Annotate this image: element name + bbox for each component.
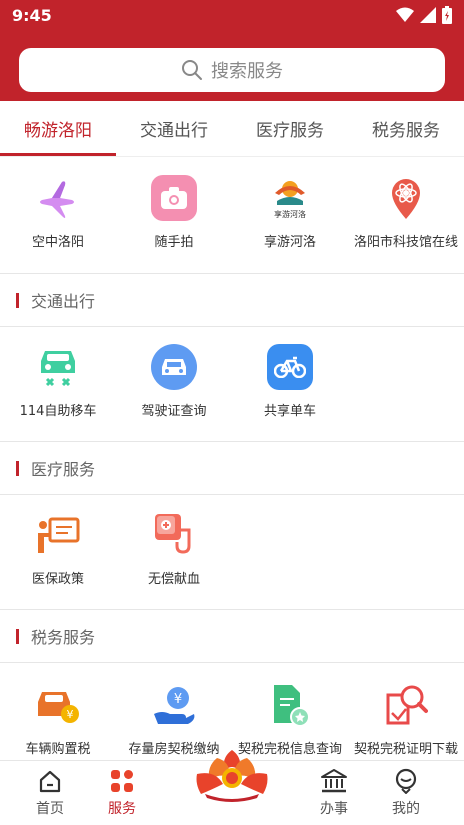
traffic-grid: 114自助移车 驾驶证查询 共享单车 [0, 344, 464, 419]
service-bike-share[interactable]: 共享单车 [232, 344, 348, 419]
service-label: 空中洛阳 [31, 235, 84, 250]
heluo-logo-text: 享游河洛 [274, 209, 306, 219]
hand-yen-icon: ¥ [151, 682, 197, 728]
section-title-text: 交通出行 [31, 292, 96, 311]
heluo-logo-icon: 享游河洛 [267, 175, 313, 221]
license-car-icon [151, 344, 197, 390]
service-label: 医保政策 [31, 572, 84, 587]
divider [0, 326, 464, 327]
presentation-icon [35, 512, 81, 558]
nav-home[interactable]: 首页 [14, 761, 86, 825]
service-aerial-luoyang[interactable]: 空中洛阳 [0, 175, 116, 250]
service-insurance-policy[interactable]: 医保政策 [0, 512, 116, 587]
section-title-medical: 医疗服务 [0, 442, 464, 494]
category-tabs: 畅游洛阳 交通出行 医疗服务 税务服务 [0, 101, 464, 157]
camera-icon [151, 175, 197, 221]
service-license-query[interactable]: 驾驶证查询 [116, 344, 232, 419]
tab-tax[interactable]: 税务服务 [348, 101, 464, 156]
search-bar[interactable]: 搜索服务 [19, 48, 445, 92]
service-vehicle-purchase-tax[interactable]: ¥ 车辆购置税 [0, 682, 116, 757]
document-star-icon [267, 682, 313, 728]
nav-label: 首页 [36, 801, 64, 817]
svg-text:¥: ¥ [67, 708, 74, 721]
status-time: 9:45 [12, 6, 52, 25]
service-label: 无偿献血 [147, 572, 200, 587]
section-accent-bar [16, 292, 19, 308]
home-icon [39, 770, 61, 793]
status-icons [396, 6, 452, 24]
battery-icon [442, 6, 452, 24]
section-title-traffic: 交通出行 [0, 274, 464, 326]
service-label: 随手拍 [154, 235, 194, 250]
service-label: 114自助移车 [19, 404, 97, 419]
service-car-move[interactable]: 114自助移车 [0, 344, 116, 419]
grid-icon [111, 770, 133, 792]
airplane-icon [35, 175, 81, 221]
service-snapshot[interactable]: 随手拍 [116, 175, 232, 250]
search-placeholder: 搜索服务 [211, 61, 283, 82]
government-building-icon [321, 769, 347, 793]
car-yen-icon: ¥ [35, 682, 81, 728]
divider [0, 662, 464, 663]
nav-label: 服务 [108, 801, 136, 817]
signal-icon [420, 7, 436, 23]
tab-traffic[interactable]: 交通出行 [116, 101, 232, 156]
status-bar: 9:45 [0, 0, 464, 34]
tour-grid: 空中洛阳 随手拍 享游河洛 享游河洛 洛阳市科技馆在线 [0, 175, 464, 250]
car-move-icon [35, 344, 81, 390]
peony-logo-icon [196, 750, 268, 802]
medical-grid: 医保政策 无偿献血 [0, 512, 464, 587]
wifi-icon [396, 7, 414, 22]
bicycle-icon [267, 344, 313, 390]
nav-profile[interactable]: 我的 [370, 761, 442, 825]
app-header: 9:45 搜索服务 [0, 0, 464, 101]
service-label: 契税完税证明下载 [353, 742, 458, 757]
service-label: 驾驶证查询 [141, 404, 207, 419]
nav-services[interactable]: 服务 [86, 761, 158, 825]
section-title-text: 税务服务 [31, 628, 96, 647]
service-blood-donation[interactable]: 无偿献血 [116, 512, 232, 587]
section-title-text: 医疗服务 [31, 460, 96, 479]
center-emblem-button[interactable] [182, 744, 282, 816]
tab-medical[interactable]: 医疗服务 [232, 101, 348, 156]
tab-tour[interactable]: 畅游洛阳 [0, 101, 116, 156]
section-title-tax: 税务服务 [0, 610, 464, 662]
section-accent-bar [16, 628, 19, 644]
service-label: 洛阳市科技馆在线 [353, 235, 458, 250]
nav-label: 办事 [320, 801, 348, 817]
blood-donation-icon [151, 512, 197, 558]
divider [0, 494, 464, 495]
service-deed-tax-certificate-download[interactable]: 契税完税证明下载 [348, 682, 464, 757]
profile-icon [395, 768, 417, 794]
nav-label: 我的 [392, 801, 420, 817]
section-accent-bar [16, 460, 19, 476]
search-icon [182, 60, 202, 80]
service-label: 车辆购置税 [25, 742, 91, 757]
nav-affairs[interactable]: 办事 [298, 761, 370, 825]
service-heluo[interactable]: 享游河洛 享游河洛 [232, 175, 348, 250]
service-label: 共享单车 [263, 404, 316, 419]
science-museum-pin-icon [383, 175, 429, 221]
search-document-icon [383, 682, 429, 728]
svg-text:¥: ¥ [174, 692, 182, 707]
service-science-museum[interactable]: 洛阳市科技馆在线 [348, 175, 464, 250]
service-label: 享游河洛 [263, 235, 316, 250]
